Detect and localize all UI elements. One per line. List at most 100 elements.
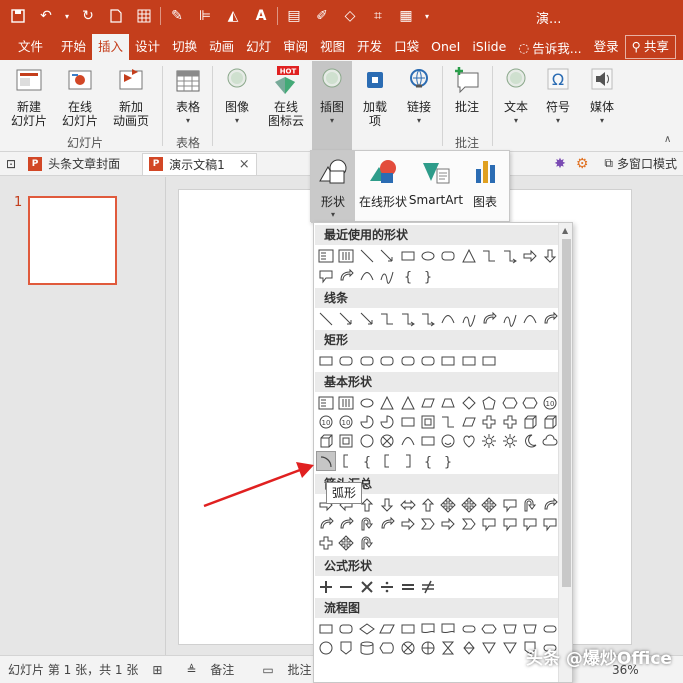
tab-developer[interactable]: 开发 <box>351 34 388 60</box>
shapes-scrollbar[interactable]: ▲ <box>558 223 572 682</box>
shape-lbracket-icon[interactable] <box>337 452 355 470</box>
shape-para-icon[interactable] <box>419 394 437 412</box>
shapes-button[interactable]: 形状 ▾ <box>311 151 355 223</box>
shape-elbowarrow-icon[interactable] <box>501 247 519 265</box>
shape-lbrace-icon[interactable]: { <box>399 267 417 285</box>
shape-curve-icon[interactable] <box>439 310 457 328</box>
slide-thumbnail[interactable] <box>28 196 117 285</box>
tab-slideshow[interactable]: 幻灯 <box>240 34 277 60</box>
shape-circlenum-icon[interactable]: 10 <box>541 394 559 412</box>
redo-icon[interactable]: ↻ <box>77 5 99 27</box>
shape-fc_process-icon[interactable] <box>399 620 417 638</box>
shape-rect-icon[interactable] <box>460 352 478 370</box>
shape-elbow-icon[interactable] <box>439 413 457 431</box>
customize-dropdown-icon[interactable]: ▾ <box>423 5 431 27</box>
shape-fc_sort-icon[interactable] <box>460 639 478 657</box>
shape-rect-icon[interactable] <box>480 352 498 370</box>
align-icon[interactable]: ⊫ <box>194 5 216 27</box>
shape-quad-icon[interactable] <box>460 496 478 514</box>
shape-rect-icon[interactable] <box>399 413 417 431</box>
font-color-icon[interactable]: A <box>250 5 272 27</box>
shape-fc_disk-icon[interactable] <box>358 639 376 657</box>
shape-cloud-icon[interactable] <box>541 432 559 450</box>
theme-icon[interactable]: ▦ <box>395 5 417 27</box>
close-tab-icon[interactable]: × <box>239 157 250 172</box>
shape-lbrace-icon[interactable]: { <box>358 452 376 470</box>
links-button[interactable]: 链接 ▾ <box>398 64 440 128</box>
media-button[interactable]: 媒体 ▾ <box>582 64 622 128</box>
shape-roundrect-icon[interactable] <box>358 352 376 370</box>
shape-hexagon-icon[interactable] <box>501 394 519 412</box>
shape-pie-icon[interactable] <box>358 413 376 431</box>
shape-tri-icon[interactable] <box>399 394 417 412</box>
tab-design[interactable]: 设计 <box>129 34 166 60</box>
shape-callout-icon[interactable] <box>501 496 519 514</box>
shape-fc_merge-icon[interactable] <box>480 639 498 657</box>
online-shapes-button[interactable]: 在线形状 <box>357 151 409 223</box>
shape-smile-icon[interactable] <box>439 432 457 450</box>
shape-para-icon[interactable] <box>460 413 478 431</box>
new-slide-button[interactable]: 新建 幻灯片 <box>6 64 52 128</box>
shape-fc_doc-icon[interactable] <box>419 620 437 638</box>
shape-fc_data-icon[interactable] <box>378 620 396 638</box>
shape-curve-icon[interactable] <box>358 267 376 285</box>
table-button[interactable]: 表格 ▾ <box>168 64 208 128</box>
shape-plus-icon[interactable] <box>317 578 335 596</box>
online-icon-cloud-button[interactable]: HOT 在线 图标云 <box>262 64 310 128</box>
shape-rarrow-icon[interactable] <box>439 515 457 533</box>
shape-curvedarrow-icon[interactable] <box>541 496 559 514</box>
sparkle-icon[interactable]: ✸ <box>554 156 566 172</box>
online-slide-button[interactable]: 在线 幻灯片 <box>56 64 104 128</box>
shape-minus-icon[interactable] <box>337 578 355 596</box>
shape-rbrace-icon[interactable]: } <box>439 452 457 470</box>
shape-curvedarrow-icon[interactable] <box>378 515 396 533</box>
shape-darrow-icon[interactable] <box>378 496 396 514</box>
shape-fc_process-icon[interactable] <box>317 620 335 638</box>
shape-cube-icon[interactable] <box>521 413 539 431</box>
doc-tab-cover[interactable]: P 头条文章封面 <box>22 153 126 175</box>
shape-wave-icon[interactable] <box>460 310 478 328</box>
shape-elbowarrow-icon[interactable] <box>399 310 417 328</box>
shape-fc_sumj-icon[interactable] <box>378 432 396 450</box>
shape-rect-icon[interactable] <box>439 352 457 370</box>
shape-curvedarrow-icon[interactable] <box>317 515 335 533</box>
eraser-icon[interactable]: ◇ <box>339 5 361 27</box>
shape-quad-icon[interactable] <box>439 496 457 514</box>
shape-pie-icon[interactable] <box>378 413 396 431</box>
shape-oval-icon[interactable] <box>419 247 437 265</box>
shape-rarrow-icon[interactable] <box>521 247 539 265</box>
tab-animations[interactable]: 动画 <box>203 34 240 60</box>
shape-line-icon[interactable] <box>358 247 376 265</box>
shape-quad-icon[interactable] <box>480 496 498 514</box>
comment-button[interactable]: 批注 <box>446 64 488 114</box>
shape-fc_or-icon[interactable] <box>419 639 437 657</box>
gear-icon[interactable]: ⚙ <box>576 156 589 172</box>
symbols-button[interactable]: Ω 符号 ▾ <box>538 64 578 128</box>
shape-cross-icon[interactable] <box>480 413 498 431</box>
undo-icon[interactable]: ↶ <box>35 5 57 27</box>
shape-frame-icon[interactable] <box>419 413 437 431</box>
login-link[interactable]: 登录 <box>588 34 625 60</box>
shape-fc_offpage-icon[interactable] <box>337 639 355 657</box>
tab-islide[interactable]: iSlide <box>466 34 512 60</box>
shape-roundrect-icon[interactable] <box>378 352 396 370</box>
shape-uturn-icon[interactable] <box>358 515 376 533</box>
shape-textbox-icon[interactable] <box>317 247 335 265</box>
pen-icon[interactable]: ✎ <box>166 5 188 27</box>
tab-review[interactable]: 审阅 <box>277 34 314 60</box>
shape-arc-icon[interactable] <box>316 451 336 471</box>
shape-cube-icon[interactable] <box>541 413 559 431</box>
multi-window-button[interactable]: ⧉ 多窗口模式 <box>598 153 683 175</box>
shape-rbrace-icon[interactable]: } <box>419 267 437 285</box>
shape-arrowline-icon[interactable] <box>337 310 355 328</box>
shape-fc_prep-icon[interactable] <box>480 620 498 638</box>
shape-arrowline-icon[interactable] <box>378 247 396 265</box>
format-painter-icon[interactable]: ✐ <box>311 5 333 27</box>
shape-circlenum-icon[interactable]: 10 <box>317 413 335 431</box>
collapse-ribbon-icon[interactable]: ∧ <box>664 134 671 145</box>
tab-insert[interactable]: 插入 <box>92 34 130 60</box>
shape-callout-icon[interactable] <box>501 515 519 533</box>
shape-textbox-icon[interactable] <box>317 394 335 412</box>
shape-diamond-icon[interactable] <box>460 394 478 412</box>
scroll-thumb[interactable] <box>562 239 571 587</box>
